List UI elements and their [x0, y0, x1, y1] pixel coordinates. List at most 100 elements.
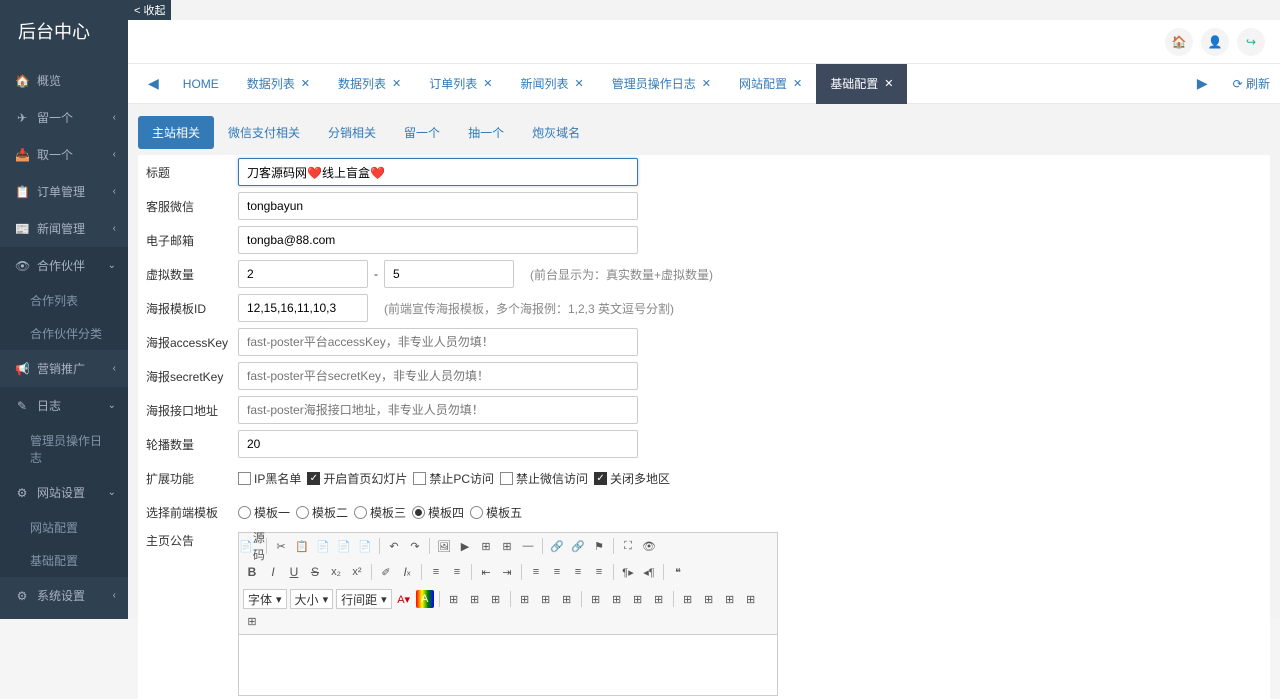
- tab-6[interactable]: 网站配置✕: [725, 64, 816, 104]
- ltr-icon[interactable]: ¶▸: [619, 563, 637, 581]
- apiurl-input[interactable]: [238, 396, 638, 424]
- link-icon[interactable]: 🔗: [548, 537, 566, 555]
- secretkey-input[interactable]: [238, 362, 638, 390]
- indent-icon[interactable]: ⇥: [498, 563, 516, 581]
- t11-icon[interactable]: ⊞: [679, 590, 697, 608]
- tab-5[interactable]: 管理员操作日志✕: [598, 64, 725, 104]
- quote-icon[interactable]: ❝: [669, 563, 687, 581]
- video-icon[interactable]: ▶: [456, 537, 474, 555]
- home-icon[interactable]: 🏠: [1165, 28, 1193, 56]
- undo-icon[interactable]: ↶: [385, 537, 403, 555]
- title-input[interactable]: [238, 158, 638, 186]
- sidebar-item-6[interactable]: 📢营销推广‹: [0, 350, 128, 387]
- subtab-3[interactable]: 留一个: [390, 116, 454, 149]
- ext-checkbox-4[interactable]: ✓关闭多地区: [594, 470, 670, 487]
- anchor-icon[interactable]: ⚑: [590, 537, 608, 555]
- t12-icon[interactable]: ⊞: [700, 590, 718, 608]
- strike-icon[interactable]: S: [306, 563, 324, 581]
- carousel-input[interactable]: [238, 430, 638, 458]
- t4-icon[interactable]: ⊞: [516, 590, 534, 608]
- close-icon[interactable]: ✕: [301, 77, 310, 90]
- unlink-icon[interactable]: 🔗: [569, 537, 587, 555]
- align-left-icon[interactable]: ≡: [527, 563, 545, 581]
- t6-icon[interactable]: ⊞: [558, 590, 576, 608]
- size-select[interactable]: 大小 ▾: [290, 589, 334, 609]
- sidebar-item-5[interactable]: 👁合作伙伴⌄: [0, 247, 128, 284]
- tab-0[interactable]: HOME: [169, 64, 233, 104]
- rtl-icon[interactable]: ◂¶: [640, 563, 658, 581]
- t2-icon[interactable]: ⊞: [466, 590, 484, 608]
- tpl-radio-1[interactable]: 模板二: [296, 504, 348, 521]
- tpl-radio-0[interactable]: 模板一: [238, 504, 290, 521]
- sidebar-item-9[interactable]: ⚙系统设置‹: [0, 577, 128, 614]
- posterid-input[interactable]: [238, 294, 368, 322]
- format-icon[interactable]: Iₓ: [398, 563, 416, 581]
- tab-2[interactable]: 数据列表✕: [324, 64, 415, 104]
- tab-next-icon[interactable]: ▶: [1187, 75, 1218, 92]
- subtab-2[interactable]: 分销相关: [314, 116, 390, 149]
- sidebar-item-7[interactable]: ✎日志⌄: [0, 387, 128, 424]
- subtab-4[interactable]: 抽一个: [454, 116, 518, 149]
- ext-checkbox-2[interactable]: 禁止PC访问: [413, 470, 494, 487]
- sup-icon[interactable]: x²: [348, 563, 366, 581]
- virtual-min-input[interactable]: [238, 260, 368, 288]
- subtab-5[interactable]: 炮灰域名: [518, 116, 594, 149]
- outdent-icon[interactable]: ⇤: [477, 563, 495, 581]
- underline-icon[interactable]: U: [285, 563, 303, 581]
- list-ol-icon[interactable]: ≡: [427, 563, 445, 581]
- bgcolor-icon[interactable]: A: [416, 590, 434, 608]
- virtual-max-input[interactable]: [384, 260, 514, 288]
- sidebar-item-8[interactable]: ⚙网站设置⌄: [0, 474, 128, 511]
- list-ul-icon[interactable]: ≡: [448, 563, 466, 581]
- submenu-item[interactable]: 基础配置: [0, 544, 128, 577]
- refresh-button[interactable]: ⟳ 刷新: [1233, 75, 1270, 92]
- textcolor-icon[interactable]: A▾: [395, 590, 413, 608]
- user-icon[interactable]: 👤: [1201, 28, 1229, 56]
- ext-checkbox-1[interactable]: ✓开启首页幻灯片: [307, 470, 407, 487]
- sub-icon[interactable]: x₂: [327, 563, 345, 581]
- tab-3[interactable]: 订单列表✕: [415, 64, 506, 104]
- fullscreen-icon[interactable]: ⛶: [619, 537, 637, 555]
- t15-icon[interactable]: ⊞: [243, 612, 261, 630]
- collapse-button[interactable]: < 收起: [128, 0, 171, 20]
- copy-icon[interactable]: 📋: [293, 537, 311, 555]
- close-icon[interactable]: ✕: [483, 77, 492, 90]
- tab-4[interactable]: 新闻列表✕: [506, 64, 597, 104]
- subtab-1[interactable]: 微信支付相关: [214, 116, 314, 149]
- table-icon[interactable]: ⊞: [477, 537, 495, 555]
- cut-icon[interactable]: ✂: [272, 537, 290, 555]
- source-button[interactable]: 📄源码: [243, 537, 261, 555]
- sidebar-item-1[interactable]: ✈留一个‹: [0, 99, 128, 136]
- italic-icon[interactable]: I: [264, 563, 282, 581]
- close-icon[interactable]: ✕: [575, 77, 584, 90]
- t9-icon[interactable]: ⊞: [629, 590, 647, 608]
- redo-icon[interactable]: ↷: [406, 537, 424, 555]
- align-right-icon[interactable]: ≡: [569, 563, 587, 581]
- subtab-0[interactable]: 主站相关: [138, 116, 214, 149]
- bold-icon[interactable]: B: [243, 563, 261, 581]
- align-justify-icon[interactable]: ≡: [590, 563, 608, 581]
- logout-icon[interactable]: ↪: [1237, 28, 1265, 56]
- paste-icon[interactable]: 📄: [314, 537, 332, 555]
- close-icon[interactable]: ✕: [702, 77, 711, 90]
- t3-icon[interactable]: ⊞: [487, 590, 505, 608]
- paste-text-icon[interactable]: 📄: [335, 537, 353, 555]
- tab-prev-icon[interactable]: ◀: [138, 75, 169, 92]
- wechat-input[interactable]: [238, 192, 638, 220]
- submenu-item[interactable]: 合作列表: [0, 284, 128, 317]
- tab-1[interactable]: 数据列表✕: [233, 64, 324, 104]
- lineheight-select[interactable]: 行间距 ▾: [336, 589, 392, 609]
- t7-icon[interactable]: ⊞: [587, 590, 605, 608]
- sidebar-item-0[interactable]: 🏠概览: [0, 62, 128, 99]
- submenu-item[interactable]: 管理员操作日志: [0, 424, 128, 474]
- t10-icon[interactable]: ⊞: [650, 590, 668, 608]
- paste-word-icon[interactable]: 📄: [356, 537, 374, 555]
- tpl-radio-2[interactable]: 模板三: [354, 504, 406, 521]
- font-select[interactable]: 字体 ▾: [243, 589, 287, 609]
- editor-body[interactable]: [239, 635, 777, 695]
- submenu-item[interactable]: 合作伙伴分类: [0, 317, 128, 350]
- close-icon[interactable]: ✕: [793, 77, 802, 90]
- table2-icon[interactable]: ⊞: [498, 537, 516, 555]
- image-icon[interactable]: 🖼: [435, 537, 453, 555]
- t14-icon[interactable]: ⊞: [742, 590, 760, 608]
